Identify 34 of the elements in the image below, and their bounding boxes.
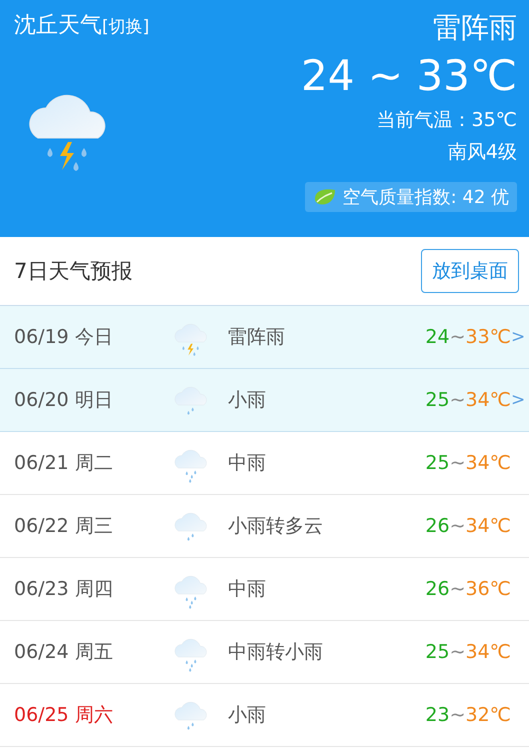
wind-info: 南风4级: [448, 140, 517, 165]
temperature-range: 24 ~ 33℃: [301, 50, 517, 102]
forecast-date: 06/25 周六: [14, 703, 114, 728]
forecast-condition: 雷阵雨: [228, 325, 286, 350]
forecast-condition: 小雨: [228, 703, 267, 728]
forecast-temperature: 26~34℃: [425, 515, 511, 537]
forecast-condition: 中雨: [228, 451, 267, 476]
current-temperature: 当前气温：35℃: [376, 108, 517, 133]
leaf-icon: [312, 187, 337, 207]
forecast-temperature: 25~34℃: [425, 389, 511, 411]
air-quality-index: 空气质量指数: 42 优: [342, 186, 509, 209]
forecast-date: 06/23 周四: [14, 577, 114, 602]
chevron-icon: >: [511, 327, 529, 347]
forecast-date: 06/19 今日: [14, 325, 114, 350]
forecast-temperature: 25~34℃: [425, 452, 511, 474]
forecast-condition: 中雨转小雨: [228, 640, 324, 665]
forecast-condition: 小雨转多云: [228, 514, 324, 539]
add-to-desktop-button[interactable]: 放到桌面: [421, 249, 519, 293]
forecast-condition: 小雨: [228, 388, 267, 413]
current-condition: 雷阵雨: [433, 10, 517, 46]
forecast-row[interactable]: 06/19 今日 雷阵雨 24~33℃>: [0, 306, 529, 369]
city-name: 沈丘天气: [14, 12, 102, 40]
forecast-date: 06/22 周三: [14, 514, 114, 539]
forecast-temperature: 23~32℃: [425, 704, 511, 726]
forecast-temperature: 24~33℃: [425, 326, 511, 348]
forecast-title: 7日天气预报: [14, 258, 132, 285]
forecast-date: 06/24 周五: [14, 640, 114, 665]
forecast-condition: 中雨: [228, 577, 267, 602]
forecast-row[interactable]: 06/20 明日 小雨 25~34℃>: [0, 369, 529, 432]
forecast-temperature: 25~34℃: [425, 641, 511, 663]
chevron-icon: >: [511, 390, 529, 410]
forecast-date: 06/21 周二: [14, 451, 114, 476]
forecast-date: 06/20 明日: [14, 388, 114, 413]
forecast-temperature: 26~36℃: [425, 578, 511, 600]
